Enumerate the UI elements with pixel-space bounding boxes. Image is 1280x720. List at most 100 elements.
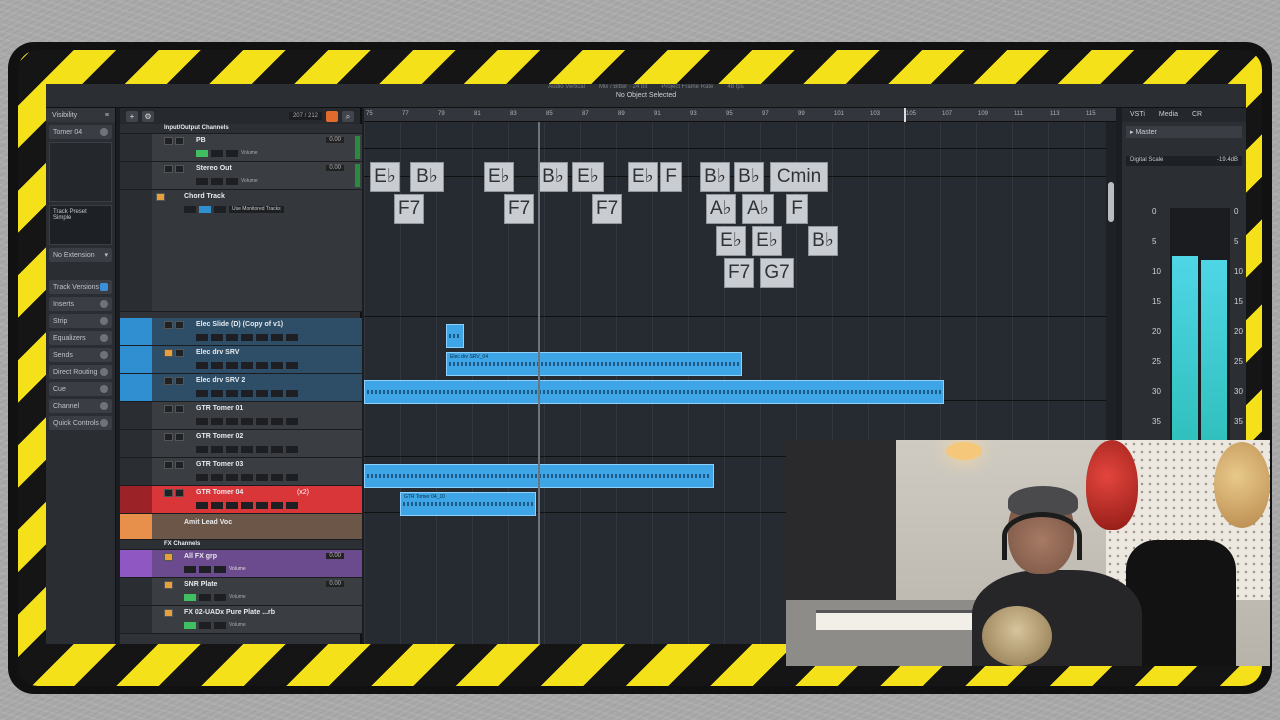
chord-event[interactable]: F7	[592, 194, 623, 224]
chord-event[interactable]: F7	[394, 194, 425, 224]
tab-vsti[interactable]: VSTi	[1130, 111, 1145, 119]
track-controls[interactable]	[164, 461, 184, 469]
inspector-section-sends[interactable]: Sends	[49, 348, 112, 362]
playhead-cursor[interactable]	[538, 122, 540, 644]
toggle-icon[interactable]	[100, 283, 108, 291]
menu-item[interactable]: Audio Vertical	[548, 84, 585, 94]
volume-value[interactable]: 0.00	[326, 165, 344, 171]
track-folder-fx[interactable]: FX Channels	[120, 540, 362, 550]
timeline-ruler[interactable]: 75 77 79 81 83 85 87 89 91 93 95 97 99 101 103 105 107 10…	[364, 108, 1116, 122]
extension-dropdown[interactable]: No Extension ▾	[49, 248, 112, 262]
track-preset-box[interactable]: Track Preset Simple	[49, 205, 112, 245]
volume-value[interactable]: 0.00	[326, 553, 344, 559]
inspector-header[interactable]: Visibility ≡	[46, 108, 115, 122]
chord-event[interactable]: E♭	[370, 162, 400, 192]
track-controls[interactable]	[156, 193, 165, 201]
power-icon[interactable]	[100, 317, 108, 325]
track-all-fx-grp[interactable]: All FX grp 0.00 Volume	[120, 550, 362, 578]
menu-item[interactable]: Mix / Bitter · 24 bit	[599, 84, 647, 94]
tab-cr[interactable]: CR	[1192, 111, 1202, 119]
menu-item[interactable]: 48 fps	[727, 84, 743, 94]
inspector-section-direct-routing[interactable]: Direct Routing	[49, 365, 112, 379]
track-settings-icon[interactable]: ⚙	[142, 110, 154, 122]
track-gtr-tomer-03[interactable]: GTR Tomer 03	[120, 458, 362, 486]
track-gtr-tomer-02[interactable]: GTR Tomer 02	[120, 430, 362, 458]
chord-event[interactable]: E♭	[484, 162, 514, 192]
master-section[interactable]: ▸ Master	[1126, 126, 1242, 138]
chord-event[interactable]: B♭	[538, 162, 568, 192]
inspector-section-inserts[interactable]: Inserts	[49, 297, 112, 311]
track-controls[interactable]	[164, 377, 184, 385]
add-track-button[interactable]: +	[126, 110, 138, 122]
inspector-section-track-versions[interactable]: Track Versions	[49, 280, 112, 294]
inspector-section-strip[interactable]: Strip	[49, 314, 112, 328]
track-elec-drv-srv[interactable]: Elec drv SRV	[120, 346, 362, 374]
track-controls[interactable]	[164, 553, 173, 561]
chord-event[interactable]: B♭	[700, 162, 730, 192]
tab-media[interactable]: Media	[1159, 111, 1178, 119]
chord-event[interactable]: E♭	[716, 226, 746, 256]
track-controls[interactable]	[164, 609, 173, 617]
inspector-section-quick-controls[interactable]: Quick Controls	[49, 416, 112, 430]
chord-event[interactable]: E♭	[628, 162, 658, 192]
inspector-track-name[interactable]: Tomer 04	[49, 125, 112, 139]
inspector-tab[interactable]: Visibility	[52, 112, 77, 119]
settings-icon[interactable]	[100, 128, 108, 136]
track-controls[interactable]	[164, 405, 184, 413]
chord-event[interactable]: Cmin	[770, 162, 828, 192]
track-controls[interactable]	[164, 321, 184, 329]
project-end-marker[interactable]	[904, 108, 906, 122]
chord-event[interactable]: E♭	[752, 226, 782, 256]
chord-event[interactable]: G7	[760, 258, 794, 288]
chord-event[interactable]: F7	[724, 258, 755, 288]
track-controls[interactable]	[164, 433, 184, 441]
track-controls[interactable]	[164, 137, 184, 145]
audio-clip[interactable]	[364, 380, 944, 404]
power-icon[interactable]	[100, 300, 108, 308]
track-gtr-tomer-04[interactable]: GTR Tomer 04 (x2)	[120, 486, 362, 514]
track-controls[interactable]	[164, 165, 184, 173]
track-folder-io[interactable]: Input/Output Channels	[120, 124, 362, 134]
audio-clip[interactable]: Elec drv SRV_04	[446, 352, 742, 376]
meter-scale-box[interactable]: Digital Scale -19.4dB	[1126, 156, 1242, 166]
volume-value[interactable]: 0.00	[326, 581, 344, 587]
search-icon[interactable]: ⌕	[342, 110, 354, 122]
chord-event[interactable]: F7	[504, 194, 535, 224]
track-pb[interactable]: PB 0.00 Volume	[120, 134, 362, 162]
power-icon[interactable]	[100, 385, 108, 393]
power-icon[interactable]	[100, 334, 108, 342]
track-elec-slide[interactable]: Elec Slide (D) (Copy of v1)	[120, 318, 362, 346]
track-gtr-tomer-01[interactable]: GTR Tomer 01	[120, 402, 362, 430]
track-snr-plate[interactable]: SNR Plate 0.00 Volume	[120, 578, 362, 606]
menu-item[interactable]: Project Frame Rate	[661, 84, 713, 94]
volume-value[interactable]: 0.00	[326, 137, 344, 143]
inspector-section-channel[interactable]: Channel	[49, 399, 112, 413]
chord-event[interactable]: F	[786, 194, 808, 224]
track-fx-02[interactable]: FX 02-UADx Pure Plate ...rb Volume	[120, 606, 362, 634]
chord-event[interactable]: B♭	[808, 226, 838, 256]
track-controls[interactable]	[164, 349, 184, 357]
power-icon[interactable]	[100, 402, 108, 410]
chord-event[interactable]: B♭	[734, 162, 764, 192]
power-icon[interactable]	[100, 351, 108, 359]
filter-button[interactable]	[326, 110, 338, 122]
inspector-section-equalizers[interactable]: Equalizers	[49, 331, 112, 345]
menu-icon[interactable]: ≡	[105, 112, 109, 119]
track-stereo-out[interactable]: Stereo Out 0.00 Volume	[120, 162, 362, 190]
inspector-fader-block[interactable]	[49, 142, 112, 202]
chord-event[interactable]: F	[660, 162, 682, 192]
chord-event[interactable]: A♭	[742, 194, 774, 224]
chord-event[interactable]: A♭	[706, 194, 736, 224]
track-controls[interactable]	[164, 489, 184, 497]
track-elec-drv-srv-2[interactable]: Elec drv SRV 2	[120, 374, 362, 402]
scroll-thumb[interactable]	[1108, 182, 1114, 222]
track-amit-lead-voc[interactable]: Amit Lead Voc	[120, 514, 362, 540]
audio-clip[interactable]: GTR Tomer 04_10	[400, 492, 536, 516]
power-icon[interactable]	[100, 419, 108, 427]
track-controls[interactable]	[164, 581, 173, 589]
power-icon[interactable]	[100, 368, 108, 376]
chord-event[interactable]: B♭	[410, 162, 444, 192]
chord-event[interactable]: E♭	[572, 162, 604, 192]
audio-clip[interactable]	[446, 324, 464, 348]
track-chord[interactable]: Chord Track Use Monitored Tracks	[120, 190, 362, 312]
